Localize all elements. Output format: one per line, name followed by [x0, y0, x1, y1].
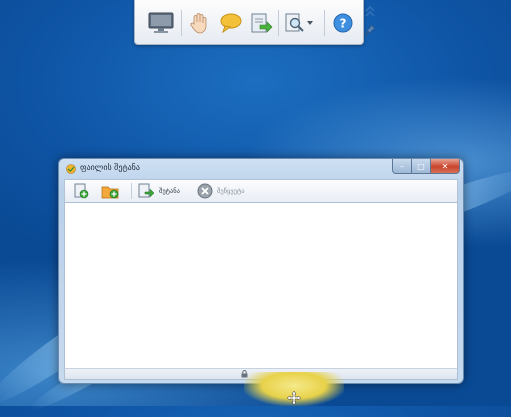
maximize-button[interactable]: □ [411, 159, 431, 174]
pin-icon[interactable] [364, 24, 376, 38]
chat-bubble-icon [220, 13, 242, 33]
screen-button[interactable] [145, 9, 177, 37]
file-transfer-button[interactable] [247, 9, 275, 37]
file-send-window: ფაილის შეტანა – □ ✕ შეტანა შეწყვეტა [58, 158, 464, 384]
app-icon [66, 164, 76, 174]
chat-button[interactable] [217, 9, 245, 37]
move-cursor-icon [287, 391, 301, 405]
add-folder-button[interactable] [101, 183, 119, 199]
file-list-area[interactable] [64, 202, 458, 370]
command-separator [131, 183, 132, 199]
file-transfer-icon [251, 13, 273, 33]
minimize-button[interactable]: – [392, 159, 412, 174]
window-titlebar[interactable]: ფაილის შეტანა – □ ✕ [59, 159, 463, 179]
toolbar-separator [181, 10, 182, 36]
minimize-glyph: – [400, 161, 404, 171]
zoom-document-icon [285, 13, 304, 32]
double-chevron-up-icon[interactable] [364, 4, 376, 18]
hand-button[interactable] [185, 9, 213, 37]
cancel-label: შეწყვეტა [217, 187, 245, 195]
toolbar-side-controls [364, 4, 376, 38]
window-title: ფაილის შეტანა [80, 163, 140, 172]
add-folder-icon [101, 186, 119, 199]
command-bar: შეტანა შეწყვეტა [64, 179, 458, 203]
svg-text:?: ? [340, 17, 347, 31]
cancel-icon [197, 183, 213, 199]
help-button[interactable]: ? [329, 9, 357, 37]
send-button[interactable]: შეტანა [137, 183, 180, 199]
add-file-button[interactable] [73, 183, 89, 199]
toolbar-separator [324, 10, 325, 36]
close-button[interactable]: ✕ [430, 159, 460, 174]
view-button[interactable] [281, 9, 315, 37]
close-glyph: ✕ [441, 161, 449, 171]
cancel-button[interactable]: შეწყვეტა [197, 183, 245, 199]
hand-icon [190, 13, 207, 34]
monitor-icon [148, 12, 174, 33]
session-toolbar: ? [134, 0, 364, 45]
toolbar-separator [278, 10, 279, 36]
send-label: შეტანა [159, 187, 180, 195]
add-file-icon [74, 183, 89, 199]
send-file-icon [138, 183, 155, 198]
maximize-glyph: □ [417, 161, 425, 171]
dropdown-arrow-icon[interactable] [306, 20, 313, 26]
help-icon: ? [333, 13, 353, 33]
